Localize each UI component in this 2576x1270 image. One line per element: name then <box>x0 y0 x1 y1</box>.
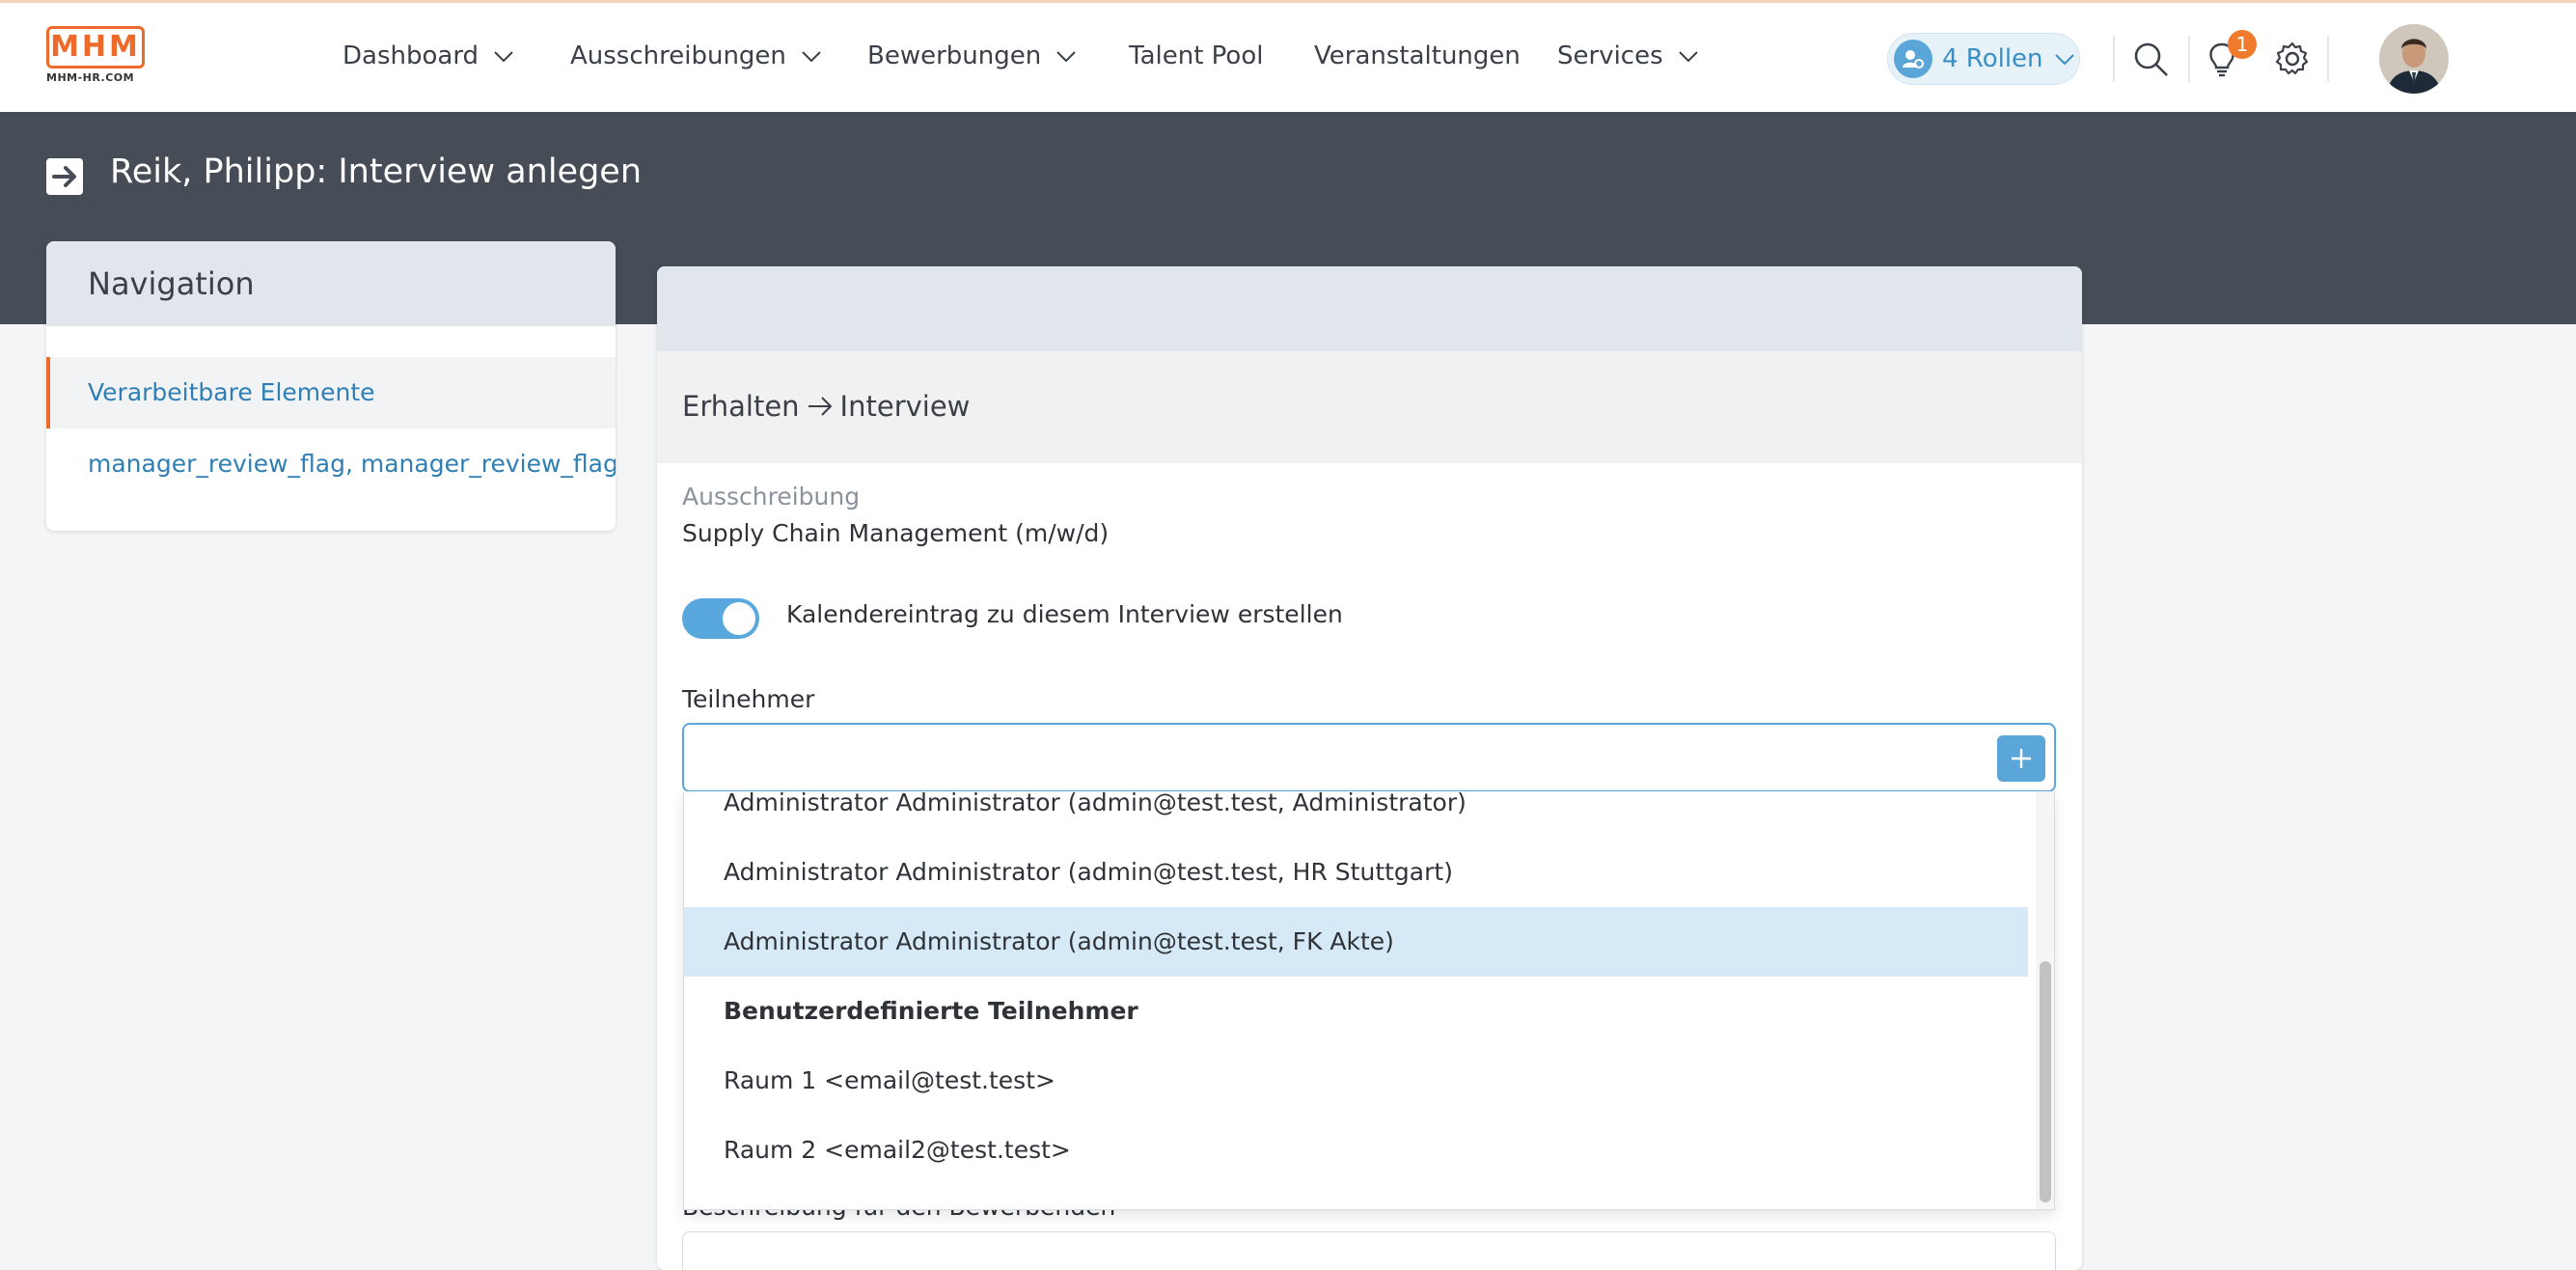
dropdown-option[interactable]: Raum 2 <email2@test.test> <box>684 1116 2028 1185</box>
divider <box>2327 36 2329 82</box>
nav-bewerbungen[interactable]: Bewerbungen <box>867 41 1078 70</box>
nav-dashboard-label: Dashboard <box>343 41 480 70</box>
posting-label: Ausschreibung <box>682 483 861 511</box>
divider <box>2113 36 2115 82</box>
search-icon[interactable] <box>2131 40 2170 78</box>
roles-label: 4 Rollen <box>1942 44 2043 73</box>
nav-veranstaltungen-label: Veranstaltungen <box>1314 41 1521 70</box>
step-from: Erhalten <box>682 390 800 423</box>
navigation-title: Navigation <box>46 241 616 326</box>
participants-dropdown[interactable]: Administrator Administrator (admin@test.… <box>683 791 2055 1210</box>
nav-talent-pool-label: Talent Pool <box>1129 41 1264 70</box>
dropdown-option[interactable]: Raum 1 <email@test.test> <box>684 1046 2028 1116</box>
chevron-down-icon <box>802 51 821 63</box>
posting-value: Supply Chain Management (m/w/d) <box>682 519 1110 547</box>
nav-ausschreibungen-label: Ausschreibungen <box>570 41 786 70</box>
arrow-right-box-icon <box>46 158 83 195</box>
step-to: Interview <box>839 390 971 423</box>
nav-dashboard[interactable]: Dashboard <box>343 41 515 70</box>
nav-veranstaltungen[interactable]: Veranstaltungen <box>1314 41 1521 70</box>
logo-mark: MHM <box>46 26 145 69</box>
dropdown-group-header: Benutzerdefinierte Teilnehmer <box>724 997 1138 1025</box>
divider <box>2188 36 2190 82</box>
arrow-right-icon <box>808 397 832 416</box>
status-transition-band: Erhalten Interview <box>657 351 2082 463</box>
calendar-entry-toggle-label: Kalendereintrag zu diesem Interview erst… <box>786 600 1343 628</box>
nav-talent-pool[interactable]: Talent Pool <box>1129 41 1263 70</box>
sidebar-item-manager-review-flag[interactable]: manager_review_flag, manager_review_flag <box>46 428 616 500</box>
roles-icon <box>1894 40 1932 78</box>
description-field[interactable] <box>682 1231 2056 1270</box>
participants-label: Teilnehmer <box>682 685 815 713</box>
nav-services-label: Services <box>1557 41 1663 70</box>
nav-bewerbungen-label: Bewerbungen <box>867 41 1042 70</box>
dropdown-option-highlighted[interactable]: Administrator Administrator (admin@test.… <box>684 907 2028 977</box>
sidebar-item-verarbeitbare-elemente[interactable]: Verarbeitbare Elemente <box>46 357 616 428</box>
participants-input[interactable] <box>682 723 2056 792</box>
card-header <box>657 266 2082 351</box>
add-participant-button[interactable] <box>1997 735 2045 782</box>
chevron-down-icon <box>1678 51 1698 63</box>
roles-switcher[interactable]: 4 Rollen <box>1887 33 2080 85</box>
logo-subtitle: MHM-HR.COM <box>46 71 135 84</box>
plus-icon <box>2012 749 2031 768</box>
avatar[interactable] <box>2379 24 2449 94</box>
dropdown-option[interactable]: Administrator Administrator (admin@test.… <box>684 791 2028 838</box>
nav-ausschreibungen[interactable]: Ausschreibungen <box>570 41 823 70</box>
chevron-down-icon <box>494 51 513 63</box>
nav-services[interactable]: Services <box>1557 41 1700 70</box>
status-transition: Erhalten Interview <box>682 390 970 423</box>
chevron-down-icon <box>2054 54 2074 66</box>
navigation-card: Navigation Verarbeitbare Elemente manage… <box>46 241 616 531</box>
dropdown-scrollbar-thumb[interactable] <box>2040 961 2051 1202</box>
toggle-knob <box>723 602 755 635</box>
gear-icon[interactable] <box>2273 40 2312 78</box>
calendar-entry-toggle[interactable] <box>682 598 759 639</box>
brand-logo[interactable]: MHM MHM-HR.COM <box>46 26 151 94</box>
top-navbar: MHM MHM-HR.COM Dashboard Ausschreibungen… <box>0 0 2576 112</box>
chevron-down-icon <box>1056 51 1076 63</box>
notification-badge: 1 <box>2228 30 2257 59</box>
page-title: Reik, Philipp: Interview anlegen <box>110 152 643 191</box>
dropdown-option[interactable]: Administrator Administrator (admin@test.… <box>684 838 2028 907</box>
